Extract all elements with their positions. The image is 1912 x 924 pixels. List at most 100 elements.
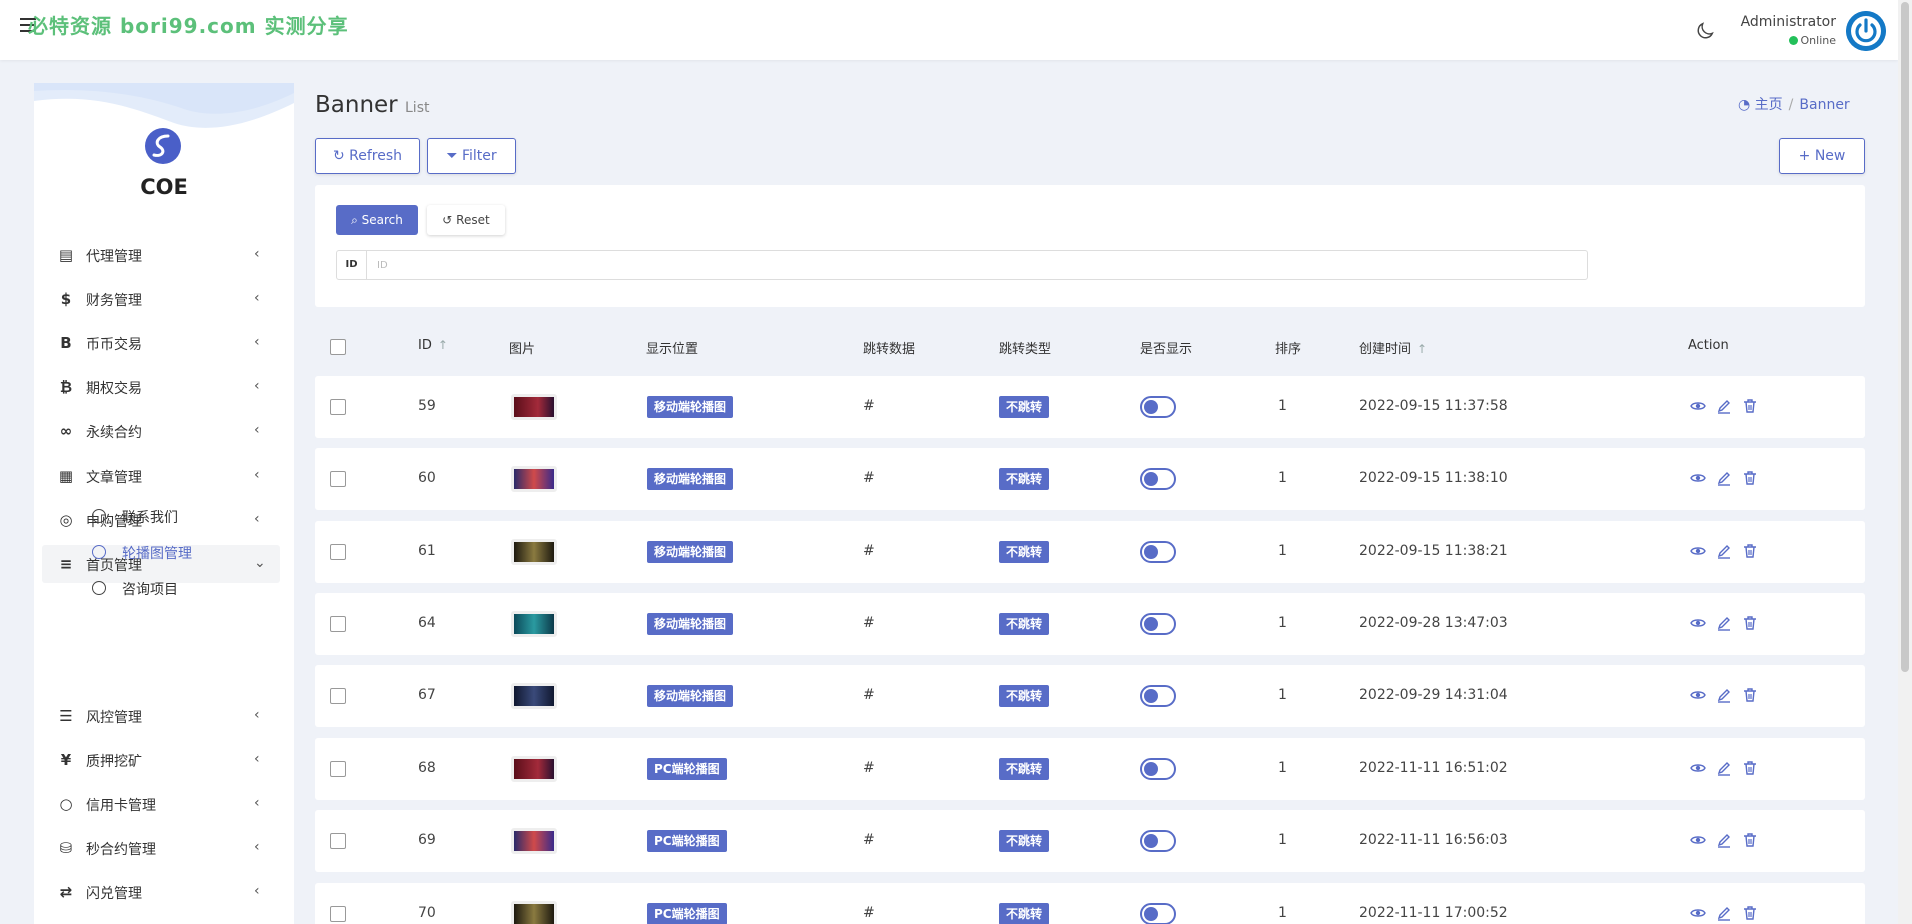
show-toggle[interactable]	[1140, 541, 1176, 563]
sidebar-item[interactable]: B 币币交易 ‹	[42, 324, 280, 362]
sidebar-item[interactable]: ☰ 风控管理 ‹	[42, 697, 280, 735]
show-toggle[interactable]	[1140, 830, 1176, 852]
banner-thumbnail[interactable]	[511, 901, 557, 924]
show-toggle[interactable]	[1140, 758, 1176, 780]
delete-icon[interactable]	[1742, 615, 1758, 631]
id-input[interactable]	[377, 255, 1577, 275]
toggle-knob	[1144, 472, 1158, 486]
position-badge: 移动端轮播图	[647, 396, 734, 418]
sidebar-item[interactable]: ▤ 代理管理 ‹	[42, 236, 280, 274]
sidebar-item[interactable]: ○ 信用卡管理 ‹	[42, 785, 280, 823]
delete-icon[interactable]	[1742, 832, 1758, 848]
table-row[interactable]: 70 PC端轮播图 # 不跳转 1 2022-11-11 17:00:52	[315, 883, 1865, 924]
sidebar: COE ▤ 代理管理 ‹ $ 财务管理 ‹ B 币币交易 ‹ ₿ 期权交易 ‹ ∞ 永续合约 ‹ ▦ 文章管理 ‹…	[34, 83, 294, 924]
edit-icon[interactable]	[1716, 687, 1732, 703]
view-icon[interactable]	[1690, 470, 1706, 486]
avatar[interactable]	[1846, 11, 1886, 51]
banner-thumbnail[interactable]	[511, 394, 557, 420]
row-checkbox[interactable]	[330, 833, 346, 849]
banner-thumbnail[interactable]	[511, 539, 557, 565]
table-row[interactable]: 68 PC端轮播图 # 不跳转 1 2022-11-11 16:51:02	[315, 738, 1865, 800]
delete-icon[interactable]	[1742, 760, 1758, 776]
row-checkbox[interactable]	[330, 688, 346, 704]
reset-button[interactable]: ↺ Reset	[427, 205, 505, 235]
sort-arrow-icon[interactable]: ↑	[438, 338, 448, 352]
sidebar-item[interactable]: ▦ 文章管理 ‹	[42, 457, 280, 495]
banner-thumbnail[interactable]	[511, 611, 557, 637]
show-toggle[interactable]	[1140, 396, 1176, 418]
refresh-button[interactable]: ↻ Refresh	[315, 138, 420, 174]
jump-type-badge: 不跳转	[999, 685, 1050, 707]
view-icon[interactable]	[1690, 398, 1706, 414]
row-checkbox[interactable]	[330, 544, 346, 560]
view-icon[interactable]	[1690, 760, 1706, 776]
table-row[interactable]: 64 移动端轮播图 # 不跳转 1 2022-09-28 13:47:03	[315, 593, 1865, 655]
edit-icon[interactable]	[1716, 905, 1732, 921]
view-icon[interactable]	[1690, 832, 1706, 848]
show-toggle[interactable]	[1140, 685, 1176, 707]
banner-thumbnail[interactable]	[511, 828, 557, 854]
id-field-addon: ID	[337, 251, 367, 279]
jump-type-badge: 不跳转	[999, 613, 1050, 635]
chevron-left-icon: ‹	[254, 334, 260, 350]
edit-icon[interactable]	[1716, 470, 1732, 486]
page-scrollbar[interactable]	[1898, 0, 1912, 924]
moon-icon[interactable]	[1694, 20, 1716, 42]
edit-icon[interactable]	[1716, 832, 1732, 848]
show-toggle[interactable]	[1140, 903, 1176, 924]
sidebar-item-label: 币币交易	[86, 337, 142, 353]
sidebar-item[interactable]: $ 财务管理 ‹	[42, 280, 280, 318]
delete-icon[interactable]	[1742, 470, 1758, 486]
sidebar-item[interactable]: ¥ 质押挖矿 ‹	[42, 741, 280, 779]
sidebar-item-label: 闪兑管理	[86, 886, 142, 902]
row-checkbox[interactable]	[330, 471, 346, 487]
bitcoin-icon: ₿	[59, 378, 73, 396]
sort-arrow-icon[interactable]: ↑	[1417, 342, 1427, 356]
row-checkbox[interactable]	[330, 399, 346, 415]
cell-id: 64	[418, 615, 436, 631]
sidebar-item[interactable]: ₿ 期权交易 ‹	[42, 368, 280, 406]
edit-icon[interactable]	[1716, 398, 1732, 414]
table-row[interactable]: 59 移动端轮播图 # 不跳转 1 2022-09-15 11:37:58	[315, 376, 1865, 438]
cell-jump-data: #	[863, 615, 875, 631]
edit-icon[interactable]	[1716, 543, 1732, 559]
search-button[interactable]: ⌕ Search	[336, 205, 418, 235]
user-name[interactable]: Administrator	[1740, 14, 1836, 30]
select-all-checkbox[interactable]	[330, 339, 346, 355]
view-icon[interactable]	[1690, 687, 1706, 703]
row-checkbox[interactable]	[330, 761, 346, 777]
sidebar-item[interactable]: ⛁ 秒合约管理 ‹	[42, 829, 280, 867]
table-row[interactable]: 69 PC端轮播图 # 不跳转 1 2022-11-11 16:56:03	[315, 810, 1865, 872]
delete-icon[interactable]	[1742, 398, 1758, 414]
table-row[interactable]: 61 移动端轮播图 # 不跳转 1 2022-09-15 11:38:21	[315, 521, 1865, 583]
scrollbar-thumb[interactable]	[1901, 2, 1909, 672]
banner-thumbnail[interactable]	[511, 466, 557, 492]
new-button[interactable]: + New	[1779, 138, 1865, 174]
show-toggle[interactable]	[1140, 613, 1176, 635]
banner-thumbnail[interactable]	[511, 756, 557, 782]
row-checkbox[interactable]	[330, 906, 346, 922]
show-toggle[interactable]	[1140, 468, 1176, 490]
sidebar-item[interactable]: ∞ 永续合约 ‹	[42, 412, 280, 450]
view-icon[interactable]	[1690, 615, 1706, 631]
banner-thumbnail[interactable]	[511, 683, 557, 709]
table-row[interactable]: 60 移动端轮播图 # 不跳转 1 2022-09-15 11:38:10	[315, 448, 1865, 510]
column-header-created[interactable]: 创建时间 ↑	[1359, 338, 1427, 357]
table-row[interactable]: 67 移动端轮播图 # 不跳转 1 2022-09-29 14:31:04	[315, 665, 1865, 727]
row-checkbox[interactable]	[330, 616, 346, 632]
cell-id: 70	[418, 905, 436, 921]
view-icon[interactable]	[1690, 905, 1706, 921]
delete-icon[interactable]	[1742, 905, 1758, 921]
sidebar-item[interactable]: ⇄ 闪兑管理 ‹	[42, 873, 280, 911]
column-header-id[interactable]: ID ↑	[418, 338, 448, 353]
delete-icon[interactable]	[1742, 543, 1758, 559]
view-icon[interactable]	[1690, 543, 1706, 559]
column-header-image: 图片	[509, 342, 536, 357]
edit-icon[interactable]	[1716, 760, 1732, 776]
delete-icon[interactable]	[1742, 687, 1758, 703]
edit-icon[interactable]	[1716, 615, 1732, 631]
breadcrumb-home[interactable]: 主页	[1755, 97, 1783, 113]
page-subtitle: List	[405, 100, 430, 116]
cell-created: 2022-11-11 16:51:02	[1359, 760, 1508, 776]
filter-button[interactable]: ⏷ Filter	[427, 138, 516, 174]
